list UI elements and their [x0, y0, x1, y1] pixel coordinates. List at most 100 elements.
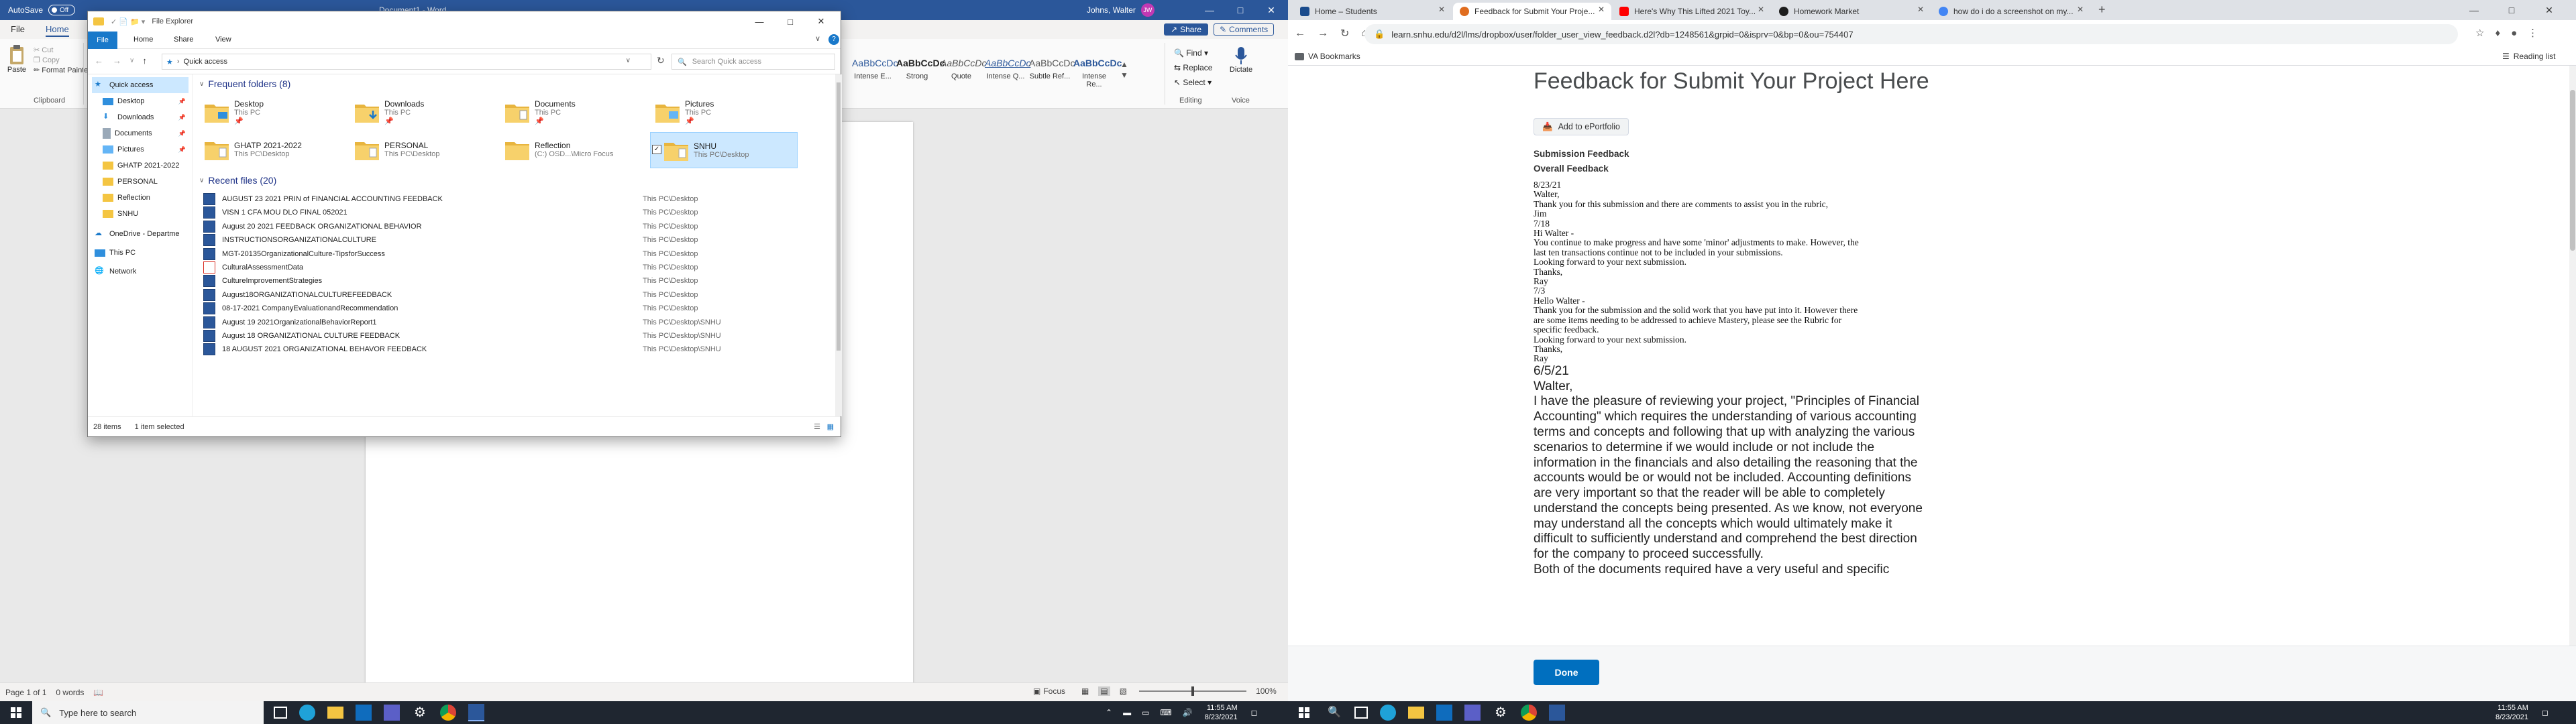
- copy-button[interactable]: ❐ Copy: [34, 56, 91, 66]
- sidebar-item-network[interactable]: 🌐 Network: [92, 263, 189, 280]
- avatar[interactable]: JW: [1140, 3, 1155, 17]
- settings-icon[interactable]: ⚙: [1493, 705, 1509, 721]
- folder-tile-ghatp[interactable]: GHATP 2021-2022 This PC\Desktop: [199, 132, 345, 167]
- teams-icon[interactable]: [384, 705, 400, 721]
- format-painter-button[interactable]: ✏ Format Painter: [34, 66, 91, 76]
- sidebar-item-reflection[interactable]: Reflection: [92, 190, 189, 206]
- restore-icon[interactable]: □: [2493, 5, 2530, 15]
- frequent-folders-header[interactable]: ∨ Frequent folders (8): [199, 78, 290, 89]
- browser-tab-home-students[interactable]: Home – Students ✕: [1293, 3, 1452, 20]
- explorer-search-input[interactable]: Search Quick access: [692, 58, 761, 66]
- help-icon[interactable]: ?: [828, 34, 839, 45]
- bookmark-star-icon[interactable]: ☆: [2475, 27, 2484, 39]
- word-icon[interactable]: [468, 704, 484, 721]
- cut-button[interactable]: ✂ Cut: [34, 46, 91, 56]
- reload-icon[interactable]: ↻: [1340, 27, 1349, 40]
- network-icon[interactable]: ⌨: [1160, 708, 1171, 717]
- style-intense-emphasis[interactable]: AaBbCcDc Intense E...: [852, 54, 898, 97]
- checkbox-checked-icon[interactable]: ✓: [652, 145, 661, 154]
- sidebar-item-onedrive[interactable]: ☁ OneDrive - Departme: [92, 226, 189, 242]
- folder-tile-pictures[interactable]: Pictures This PC 📌: [650, 95, 796, 129]
- folder-tile-downloads[interactable]: Downloads This PC 📌: [350, 95, 496, 129]
- paste-button[interactable]: Paste: [7, 44, 27, 74]
- focus-button[interactable]: Focus: [1043, 686, 1065, 696]
- comments-button[interactable]: ✎ Comments: [1214, 23, 1275, 36]
- style-quote[interactable]: AaBbCcDc Quote: [941, 54, 986, 97]
- sidebar-item-quick-access[interactable]: ★ Quick access: [92, 77, 189, 93]
- close-tab-icon[interactable]: ✕: [1598, 5, 1605, 14]
- expand-ribbon-icon[interactable]: ∨: [815, 34, 820, 43]
- close-tab-icon[interactable]: ✕: [2077, 5, 2084, 14]
- autosave-toggle[interactable]: Off: [48, 5, 76, 15]
- sidebar-item-desktop[interactable]: Desktop 📌: [92, 93, 189, 109]
- task-view-icon[interactable]: [1354, 707, 1368, 719]
- reading-list-button[interactable]: ☰ Reading list: [2502, 52, 2555, 61]
- styles-scroll[interactable]: ▲ ▼: [1120, 59, 1128, 80]
- tray-expand-icon[interactable]: ⌃: [1106, 708, 1112, 717]
- close-tab-icon[interactable]: ✕: [1438, 5, 1445, 14]
- minimize-icon[interactable]: —: [1194, 5, 1225, 15]
- profile-icon[interactable]: ●: [2511, 27, 2517, 39]
- style-subtle-reference[interactable]: AaBbCcDc Subtle Ref...: [1029, 54, 1075, 97]
- chrome-icon[interactable]: [1521, 705, 1537, 721]
- restore-icon[interactable]: □: [1225, 5, 1256, 15]
- tab-file[interactable]: File: [11, 24, 25, 34]
- extensions-icon[interactable]: ♦: [2495, 27, 2500, 39]
- edge-icon[interactable]: [1380, 705, 1396, 721]
- browser-tab-youtube[interactable]: Here's Why This Lifted 2021 Toy... ✕: [1613, 3, 1771, 20]
- outlook-icon[interactable]: [1436, 705, 1452, 721]
- recent-locations-icon[interactable]: ∨: [129, 57, 134, 64]
- folder-tile-desktop[interactable]: Desktop This PC 📌: [199, 95, 345, 129]
- recent-files-header[interactable]: ∨ Recent files (20): [199, 175, 276, 186]
- browser-tab-feedback[interactable]: Feedback for Submit Your Proje... ✕: [1453, 3, 1611, 20]
- back-icon[interactable]: ←: [95, 56, 103, 66]
- refresh-icon[interactable]: ↻: [657, 55, 665, 66]
- bookmark-folder-va[interactable]: VA Bookmarks: [1295, 52, 1360, 61]
- sidebar-item-pictures[interactable]: Pictures 📌: [92, 141, 189, 158]
- done-button[interactable]: Done: [1534, 660, 1599, 685]
- close-tab-icon[interactable]: ✕: [1917, 5, 1924, 14]
- find-button[interactable]: 🔍 Find ▾: [1174, 46, 1212, 60]
- page-count[interactable]: Page 1 of 1: [5, 688, 46, 697]
- settings-icon[interactable]: ⚙: [412, 705, 428, 721]
- sidebar-item-documents[interactable]: Documents 📌: [92, 125, 189, 141]
- teams-icon[interactable]: [1464, 705, 1481, 721]
- address-bar[interactable]: Quick access: [184, 58, 227, 66]
- tab-view[interactable]: View: [215, 36, 231, 44]
- battery-icon[interactable]: ▭: [1142, 708, 1149, 717]
- tab-share[interactable]: Share: [174, 36, 193, 44]
- share-button[interactable]: ↗ Share: [1164, 23, 1209, 36]
- style-intense-reference[interactable]: AaBbCcDc Intense Re...: [1073, 54, 1122, 97]
- clock[interactable]: 11:55 AM 8/23/2021: [2496, 703, 2528, 722]
- sidebar-item-ghatp[interactable]: GHATP 2021-2022: [92, 158, 189, 174]
- read-mode-icon[interactable]: ▦: [1081, 686, 1089, 696]
- file-explorer-icon[interactable]: [1408, 707, 1424, 719]
- edge-icon[interactable]: [299, 705, 315, 721]
- dictate-button[interactable]: Dictate: [1226, 46, 1256, 74]
- folder-tile-documents[interactable]: Documents This PC 📌: [500, 95, 646, 129]
- close-tab-icon[interactable]: ✕: [1758, 5, 1764, 14]
- details-view-icon[interactable]: ☰: [814, 422, 820, 431]
- style-strong[interactable]: AaBbCcDc Strong: [896, 54, 945, 97]
- replace-button[interactable]: ⇆ Replace: [1174, 60, 1212, 75]
- clock[interactable]: 11:55 AM 8/23/2021: [1205, 703, 1238, 722]
- volume-icon[interactable]: 🔊: [1183, 708, 1193, 717]
- word-icon[interactable]: [1549, 705, 1565, 721]
- recent-file-row[interactable]: 18 AUGUST 2021 ORGANIZATIONAL BEHAVOR FE…: [203, 341, 827, 357]
- back-icon[interactable]: ←: [1295, 27, 1305, 40]
- scrollbar-thumb[interactable]: [2570, 90, 2575, 251]
- close-icon[interactable]: ✕: [1256, 5, 1287, 16]
- zoom-slider[interactable]: [1139, 686, 1247, 696]
- browser-tab-homework-market[interactable]: Homework Market ✕: [1772, 3, 1931, 20]
- up-icon[interactable]: ↑: [142, 56, 147, 66]
- zoom-thumb[interactable]: [1191, 686, 1195, 696]
- style-intense-quote[interactable]: AaBbCcDc Intense Q...: [985, 54, 1030, 97]
- minimize-icon[interactable]: —: [744, 17, 775, 27]
- taskbar-search-box[interactable]: 🔍 Type here to search: [32, 701, 264, 724]
- zoom-level[interactable]: 100%: [1256, 686, 1277, 696]
- print-layout-icon[interactable]: ▤: [1098, 686, 1110, 696]
- sidebar-item-personal[interactable]: PERSONAL: [92, 174, 189, 190]
- more-menu-icon[interactable]: ⋮: [2528, 27, 2538, 39]
- notifications-icon[interactable]: ◻: [2542, 708, 2548, 717]
- tab-file[interactable]: File: [88, 32, 117, 49]
